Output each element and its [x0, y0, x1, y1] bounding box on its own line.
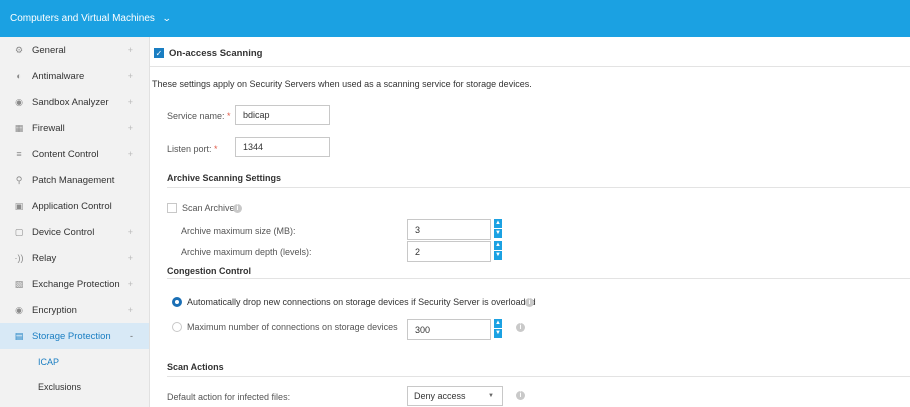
default-action-select[interactable]: Deny access ▼ — [407, 386, 503, 406]
chevron-down-icon[interactable]: ▼ — [494, 329, 502, 338]
sidebar: ⚙ General + ◐ Antimalware + ◉ Sandbox An… — [0, 37, 150, 407]
sidebar-item-patch-management[interactable]: ⚲ Patch Management — [0, 167, 149, 193]
sidebar-item-encryption[interactable]: ◉ Encryption + — [0, 297, 149, 323]
service-name-label: Service name: * — [167, 111, 231, 121]
lock-icon: ◉ — [15, 304, 23, 315]
chevron-up-icon[interactable]: ▲ — [494, 241, 502, 250]
max-connections-radio[interactable] — [172, 322, 182, 332]
sidebar-item-firewall[interactable]: ▦ Firewall + — [0, 115, 149, 141]
listen-port-input[interactable]: 1344 — [235, 137, 330, 157]
expand-icon[interactable]: + — [128, 97, 133, 107]
sidebar-item-label: Encryption — [32, 304, 77, 316]
on-access-checkbox[interactable]: ✓ — [154, 48, 164, 58]
chevron-down-icon[interactable]: ⌄ — [162, 13, 172, 24]
sidebar-item-exchange-protection[interactable]: ▧ Exchange Protection + — [0, 271, 149, 297]
divider — [150, 66, 910, 67]
description-text: These settings apply on Security Servers… — [152, 79, 532, 89]
sidebar-item-antimalware[interactable]: ◐ Antimalware + — [0, 63, 149, 89]
sidebar-item-label: Application Control — [32, 200, 112, 212]
sidebar-item-content-control[interactable]: ≡ Content Control + — [0, 141, 149, 167]
page-title[interactable]: Computers and Virtual Machines — [10, 13, 155, 24]
sidebar-item-application-control[interactable]: ▣ Application Control — [0, 193, 149, 219]
sidebar-subitem-label: ICAP — [38, 356, 60, 367]
chevron-up-icon[interactable]: ▲ — [494, 219, 502, 228]
shield-icon: ◐ — [16, 71, 22, 81]
archive-max-size-label: Archive maximum size (MB): — [181, 226, 296, 236]
auto-drop-label: Automatically drop new connections on st… — [187, 297, 536, 307]
firewall-icon: ▦ — [14, 122, 24, 133]
sidebar-item-label: Patch Management — [32, 174, 115, 186]
expand-icon[interactable]: + — [128, 149, 133, 159]
expand-icon[interactable]: + — [128, 45, 133, 55]
application-icon: ▣ — [14, 200, 24, 211]
scan-archive-checkbox[interactable] — [167, 203, 177, 213]
sidebar-item-label: Firewall — [32, 122, 65, 134]
sidebar-item-sandbox-analyzer[interactable]: ◉ Sandbox Analyzer + — [0, 89, 149, 115]
divider — [167, 187, 910, 188]
scan-actions-heading: Scan Actions — [167, 362, 224, 372]
max-connections-input[interactable]: 300 — [407, 319, 491, 340]
expand-icon[interactable]: + — [128, 71, 133, 81]
sidebar-item-label: Antimalware — [32, 70, 85, 82]
divider — [167, 278, 910, 279]
expand-icon[interactable]: + — [128, 123, 133, 133]
archive-max-size-input[interactable]: 3 — [407, 219, 491, 240]
sidebar-subitem-label: Exclusions — [38, 381, 82, 392]
scan-archive-label: Scan Archive — [182, 203, 235, 213]
main-panel: ✓ On-access Scanning These settings appl… — [150, 37, 910, 407]
sidebar-item-label: General — [32, 44, 66, 56]
sidebar-subitem-exclusions[interactable]: Exclusions — [0, 374, 149, 399]
relay-icon: ·)) — [14, 253, 24, 263]
chevron-down-icon: ▼ — [488, 393, 494, 399]
info-icon[interactable]: i — [525, 298, 534, 307]
congestion-control-heading: Congestion Control — [167, 266, 251, 276]
sidebar-item-label: Exchange Protection — [32, 278, 120, 290]
archive-max-depth-input[interactable]: 2 — [407, 241, 491, 262]
archive-max-depth-label: Archive maximum depth (levels): — [181, 247, 312, 257]
expand-icon[interactable]: + — [128, 305, 133, 315]
sidebar-item-label: Sandbox Analyzer — [32, 96, 109, 108]
sandbox-icon: ◉ — [15, 96, 23, 107]
max-connections-label: Maximum number of connections on storage… — [187, 322, 398, 332]
patch-icon: ⚲ — [15, 174, 23, 185]
info-icon[interactable]: i — [233, 204, 242, 213]
chevron-down-icon[interactable]: ▼ — [494, 229, 502, 238]
divider — [167, 376, 910, 377]
device-icon: ▢ — [14, 226, 24, 237]
on-access-label: On-access Scanning — [169, 48, 263, 59]
exchange-icon: ▧ — [14, 278, 24, 289]
service-name-input[interactable]: bdicap — [235, 105, 330, 125]
expand-icon[interactable]: + — [128, 227, 133, 237]
listen-port-label: Listen port: * — [167, 144, 218, 154]
chevron-down-icon[interactable]: ▼ — [494, 251, 502, 260]
gear-icon: ⚙ — [14, 44, 24, 55]
archive-max-depth-stepper[interactable]: ▲ ▼ — [494, 241, 502, 260]
expand-icon[interactable]: + — [128, 253, 133, 263]
sidebar-item-general[interactable]: ⚙ General + — [0, 37, 149, 63]
storage-icon: ▤ — [14, 330, 24, 341]
auto-drop-radio[interactable] — [172, 297, 182, 307]
top-bar: Computers and Virtual Machines ⌄ — [0, 0, 910, 37]
max-connections-stepper[interactable]: ▲ ▼ — [494, 319, 502, 338]
sidebar-item-device-control[interactable]: ▢ Device Control + — [0, 219, 149, 245]
chevron-up-icon[interactable]: ▲ — [494, 319, 502, 328]
collapse-icon[interactable]: - — [130, 331, 133, 341]
sidebar-item-label: Relay — [32, 252, 57, 264]
expand-icon[interactable]: + — [128, 279, 133, 289]
archive-max-size-stepper[interactable]: ▲ ▼ — [494, 219, 502, 238]
info-icon[interactable]: i — [516, 323, 525, 332]
archive-scanning-heading: Archive Scanning Settings — [167, 173, 282, 183]
info-icon[interactable]: i — [516, 391, 525, 400]
sidebar-item-relay[interactable]: ·)) Relay + — [0, 245, 149, 271]
sidebar-item-storage-protection[interactable]: ▤ Storage Protection - — [0, 323, 149, 349]
sidebar-subitem-icap[interactable]: ICAP — [0, 349, 149, 374]
default-action-label: Default action for infected files: — [167, 392, 291, 402]
content-filter-icon: ≡ — [16, 149, 22, 159]
sidebar-item-label: Storage Protection — [32, 330, 111, 342]
sidebar-item-label: Content Control — [32, 148, 99, 160]
default-action-value: Deny access — [414, 391, 466, 401]
sidebar-item-label: Device Control — [32, 226, 95, 238]
